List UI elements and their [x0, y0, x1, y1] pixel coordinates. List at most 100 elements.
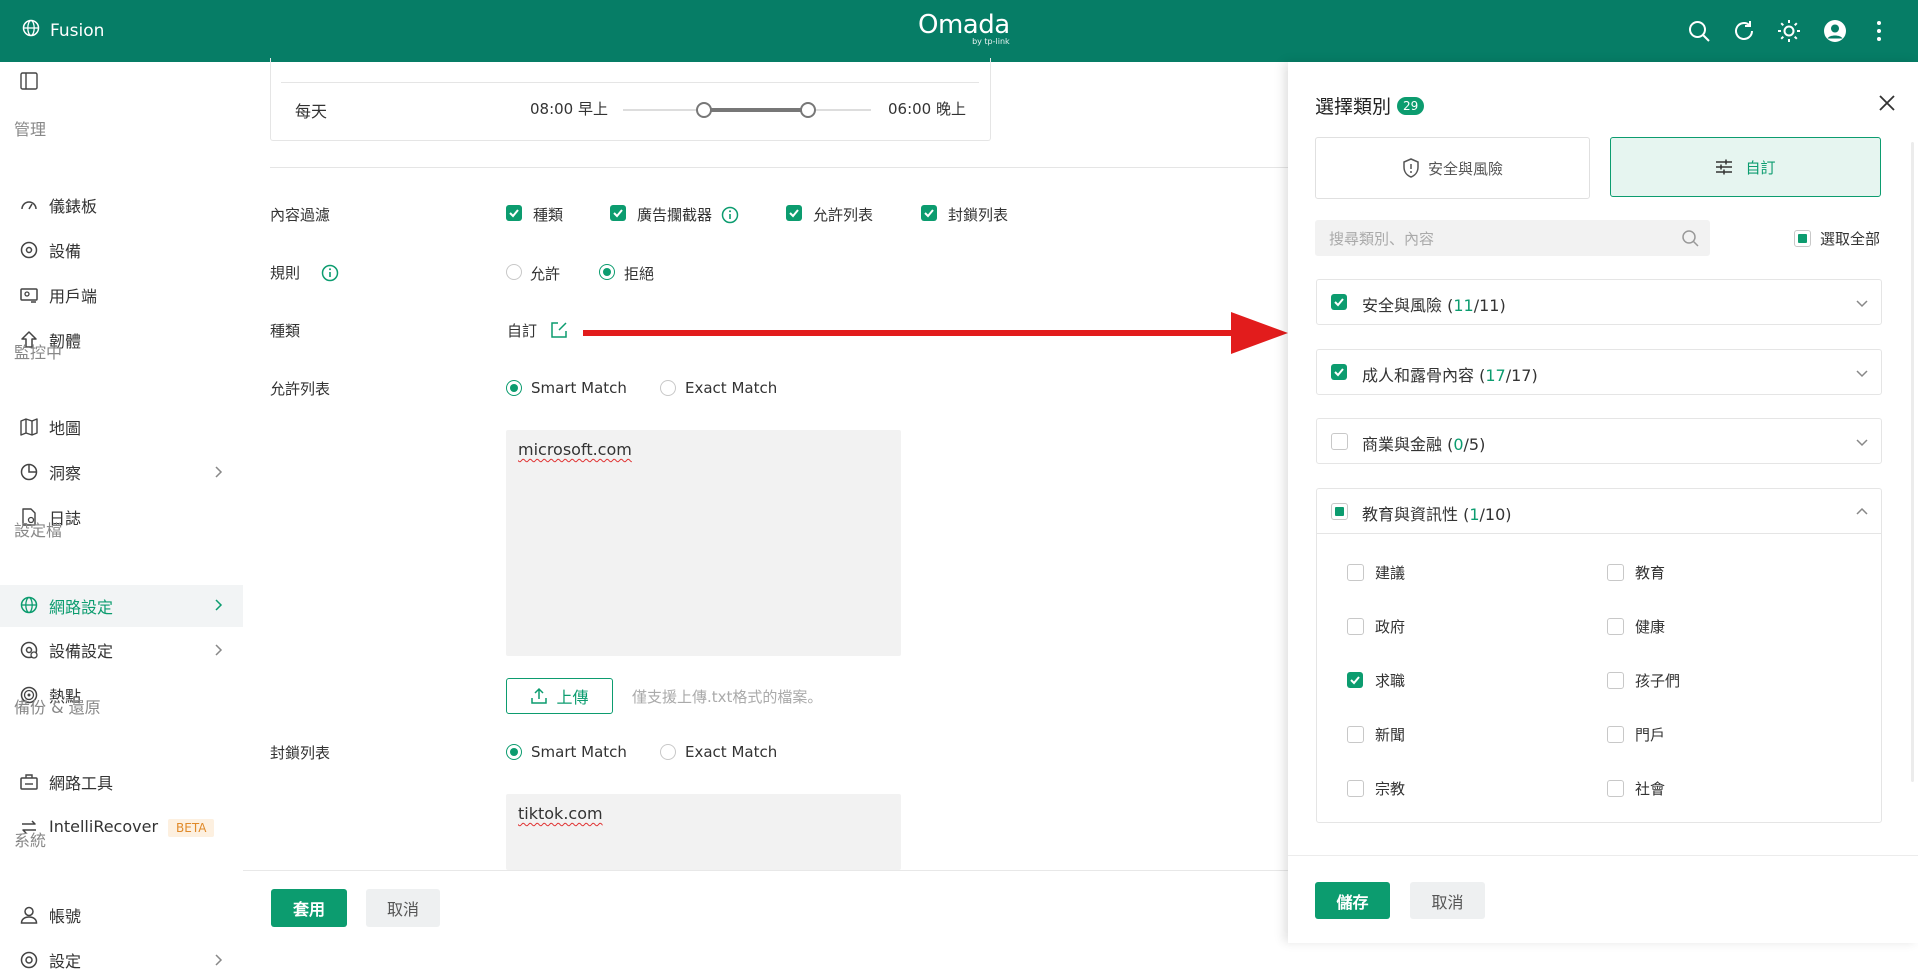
upload-button[interactable]: 上傳 — [506, 678, 613, 714]
sidebar-item-device-settings[interactable]: 設備設定 — [0, 630, 243, 670]
device-settings-icon — [20, 641, 38, 659]
schedule-day-label: 每天 — [295, 102, 328, 121]
block-exact-match-label: Exact Match — [685, 743, 778, 761]
radio-deny[interactable] — [599, 264, 615, 280]
category-checkbox[interactable] — [1331, 294, 1347, 310]
category-adult-content[interactable]: 成人和露骨內容 (17/17) — [1316, 349, 1882, 395]
main-footer: 套用 取消 — [243, 870, 1288, 943]
category-drawer: 選擇類別 29 安全與風險 自訂 搜尋類別、內容 選取全部 安全與風險 (11/… — [1288, 62, 1918, 943]
user-icon — [20, 906, 38, 924]
info-icon[interactable] — [721, 206, 739, 228]
allow-smart-match-label: Smart Match — [531, 379, 627, 397]
allow-list-textarea[interactable]: microsoft.com — [506, 430, 901, 656]
app-brand[interactable]: Fusion — [22, 19, 104, 42]
block-radio-smart-match[interactable] — [506, 744, 522, 760]
chevron-down-icon[interactable] — [1855, 295, 1869, 314]
block-radio-exact-match[interactable] — [660, 744, 676, 760]
time-slider-range — [704, 108, 809, 112]
beta-badge: BETA — [168, 819, 215, 837]
category-business-finance[interactable]: 商業與金融 (0/5) — [1316, 418, 1882, 464]
chevron-up-icon[interactable] — [1855, 504, 1869, 523]
sidebar-item-settings[interactable]: 設定 — [0, 940, 243, 980]
theme-sun-icon[interactable] — [1776, 18, 1802, 44]
section-monitor: 監控中 — [14, 343, 63, 362]
pie-chart-icon — [20, 463, 38, 481]
section-divider — [270, 167, 1288, 168]
sidebar-item-network-settings[interactable]: 網路設定 — [0, 585, 243, 627]
sidebar-item-devices[interactable]: 設備 — [0, 230, 243, 270]
category-checkbox[interactable] — [1331, 364, 1347, 380]
save-button[interactable]: 儲存 — [1315, 882, 1390, 919]
settings-icon — [20, 951, 38, 969]
sidebar-item-insight[interactable]: 洞察 — [0, 452, 243, 492]
chevron-down-icon[interactable] — [1855, 434, 1869, 453]
section-system: 系統 — [14, 831, 47, 850]
search-placeholder: 搜尋類別、內容 — [1329, 230, 1435, 248]
allow-radio-smart-match[interactable] — [506, 380, 522, 396]
tab-custom[interactable]: 自訂 — [1610, 137, 1881, 197]
search-icon[interactable] — [1686, 18, 1712, 44]
time-slider-end-handle[interactable] — [800, 102, 816, 118]
tab-security-risk[interactable]: 安全與風險 — [1315, 137, 1590, 199]
sidebar-item-account[interactable]: 帳號 — [0, 895, 243, 935]
category-checkbox[interactable] — [1331, 433, 1348, 450]
edit-icon[interactable] — [550, 321, 568, 343]
drawer-scrollbar[interactable] — [1911, 142, 1914, 782]
sliders-icon — [1715, 158, 1733, 176]
app-name: Fusion — [50, 20, 105, 41]
drawer-cancel-button[interactable]: 取消 — [1410, 882, 1485, 919]
map-icon — [20, 418, 38, 436]
chevron-right-icon — [211, 642, 225, 656]
radio-allow-label: 允許 — [530, 265, 561, 283]
sidebar-item-map[interactable]: 地圖 — [0, 407, 243, 447]
schedule-start: 08:00 早上 — [530, 100, 608, 118]
search-icon[interactable] — [1681, 229, 1699, 251]
apply-button[interactable]: 套用 — [271, 889, 347, 927]
divider — [281, 82, 979, 83]
chevron-right-icon — [211, 597, 225, 611]
category-security-risk[interactable]: 安全與風險 (11/11) — [1316, 279, 1882, 325]
rule-label: 規則 — [270, 264, 301, 282]
drawer-title: 選擇類別 29 — [1315, 92, 1425, 119]
category-search-input[interactable]: 搜尋類別、內容 — [1315, 220, 1710, 256]
category-education[interactable]: 教育與資訊性 (1/10) — [1317, 489, 1881, 534]
radio-allow[interactable] — [506, 264, 522, 280]
red-arrow-annotation — [583, 312, 1313, 358]
category-checkbox[interactable] — [1331, 503, 1348, 520]
sidebar-item-clients[interactable]: 用戶端 — [0, 275, 243, 315]
toolbox-icon — [20, 773, 38, 791]
sidebar-toggle-icon[interactable] — [20, 72, 38, 94]
allow-radio-exact-match[interactable] — [660, 380, 676, 396]
sidebar-item-network-tools[interactable]: 網路工具 — [0, 762, 243, 802]
sidebar-item-dashboard[interactable]: 儀錶板 — [0, 185, 243, 225]
block-list-textarea[interactable]: tiktok.com — [506, 794, 901, 870]
globe-icon — [20, 596, 38, 614]
top-bar: Fusion Omada by tp-link — [0, 0, 1918, 62]
allow-exact-match-label: Exact Match — [685, 379, 778, 397]
block-list-label: 封鎖列表 — [270, 744, 331, 762]
category-label: 種類 — [270, 322, 301, 340]
client-icon — [20, 286, 38, 304]
sidebar: 管理 儀錶板 設備 用戶端 韌體 監控中 地圖 洞察 日誌 設定檔 網路設定 設… — [0, 62, 243, 971]
select-all-checkbox[interactable] — [1794, 230, 1811, 247]
info-icon[interactable] — [321, 264, 339, 286]
chevron-down-icon[interactable] — [1855, 365, 1869, 384]
omada-logo: Omada by tp-link — [918, 10, 1010, 46]
avatar[interactable] — [1822, 18, 1848, 44]
section-profile: 設定檔 — [14, 521, 63, 540]
allow-list-label: 允許列表 — [270, 380, 331, 398]
refresh-icon[interactable] — [1731, 18, 1757, 44]
schedule-end: 06:00 晚上 — [888, 100, 966, 118]
section-backup: 備份 & 還原 — [14, 698, 101, 717]
close-icon[interactable] — [1878, 94, 1896, 116]
content-area: 每天 08:00 早上 06:00 晚上 內容過濾 種類 廣告攔截器 允許列表 … — [243, 58, 1288, 870]
radio-deny-label: 拒絕 — [624, 265, 655, 283]
more-vertical-icon[interactable] — [1866, 18, 1892, 44]
select-all-label: 選取全部 — [1820, 230, 1881, 248]
dashboard-icon — [20, 196, 38, 214]
schedule-box: 每天 08:00 早上 06:00 晚上 — [270, 58, 991, 141]
cancel-button[interactable]: 取消 — [366, 889, 440, 927]
time-slider-start-handle[interactable] — [696, 102, 712, 118]
category-education-expanded: 教育與資訊性 (1/10) 建議 教育 政府 健康 求職 孩子們 新聞 門戶 宗… — [1316, 488, 1882, 823]
upload-hint: 僅支援上傳.txt格式的檔案。 — [632, 688, 823, 706]
